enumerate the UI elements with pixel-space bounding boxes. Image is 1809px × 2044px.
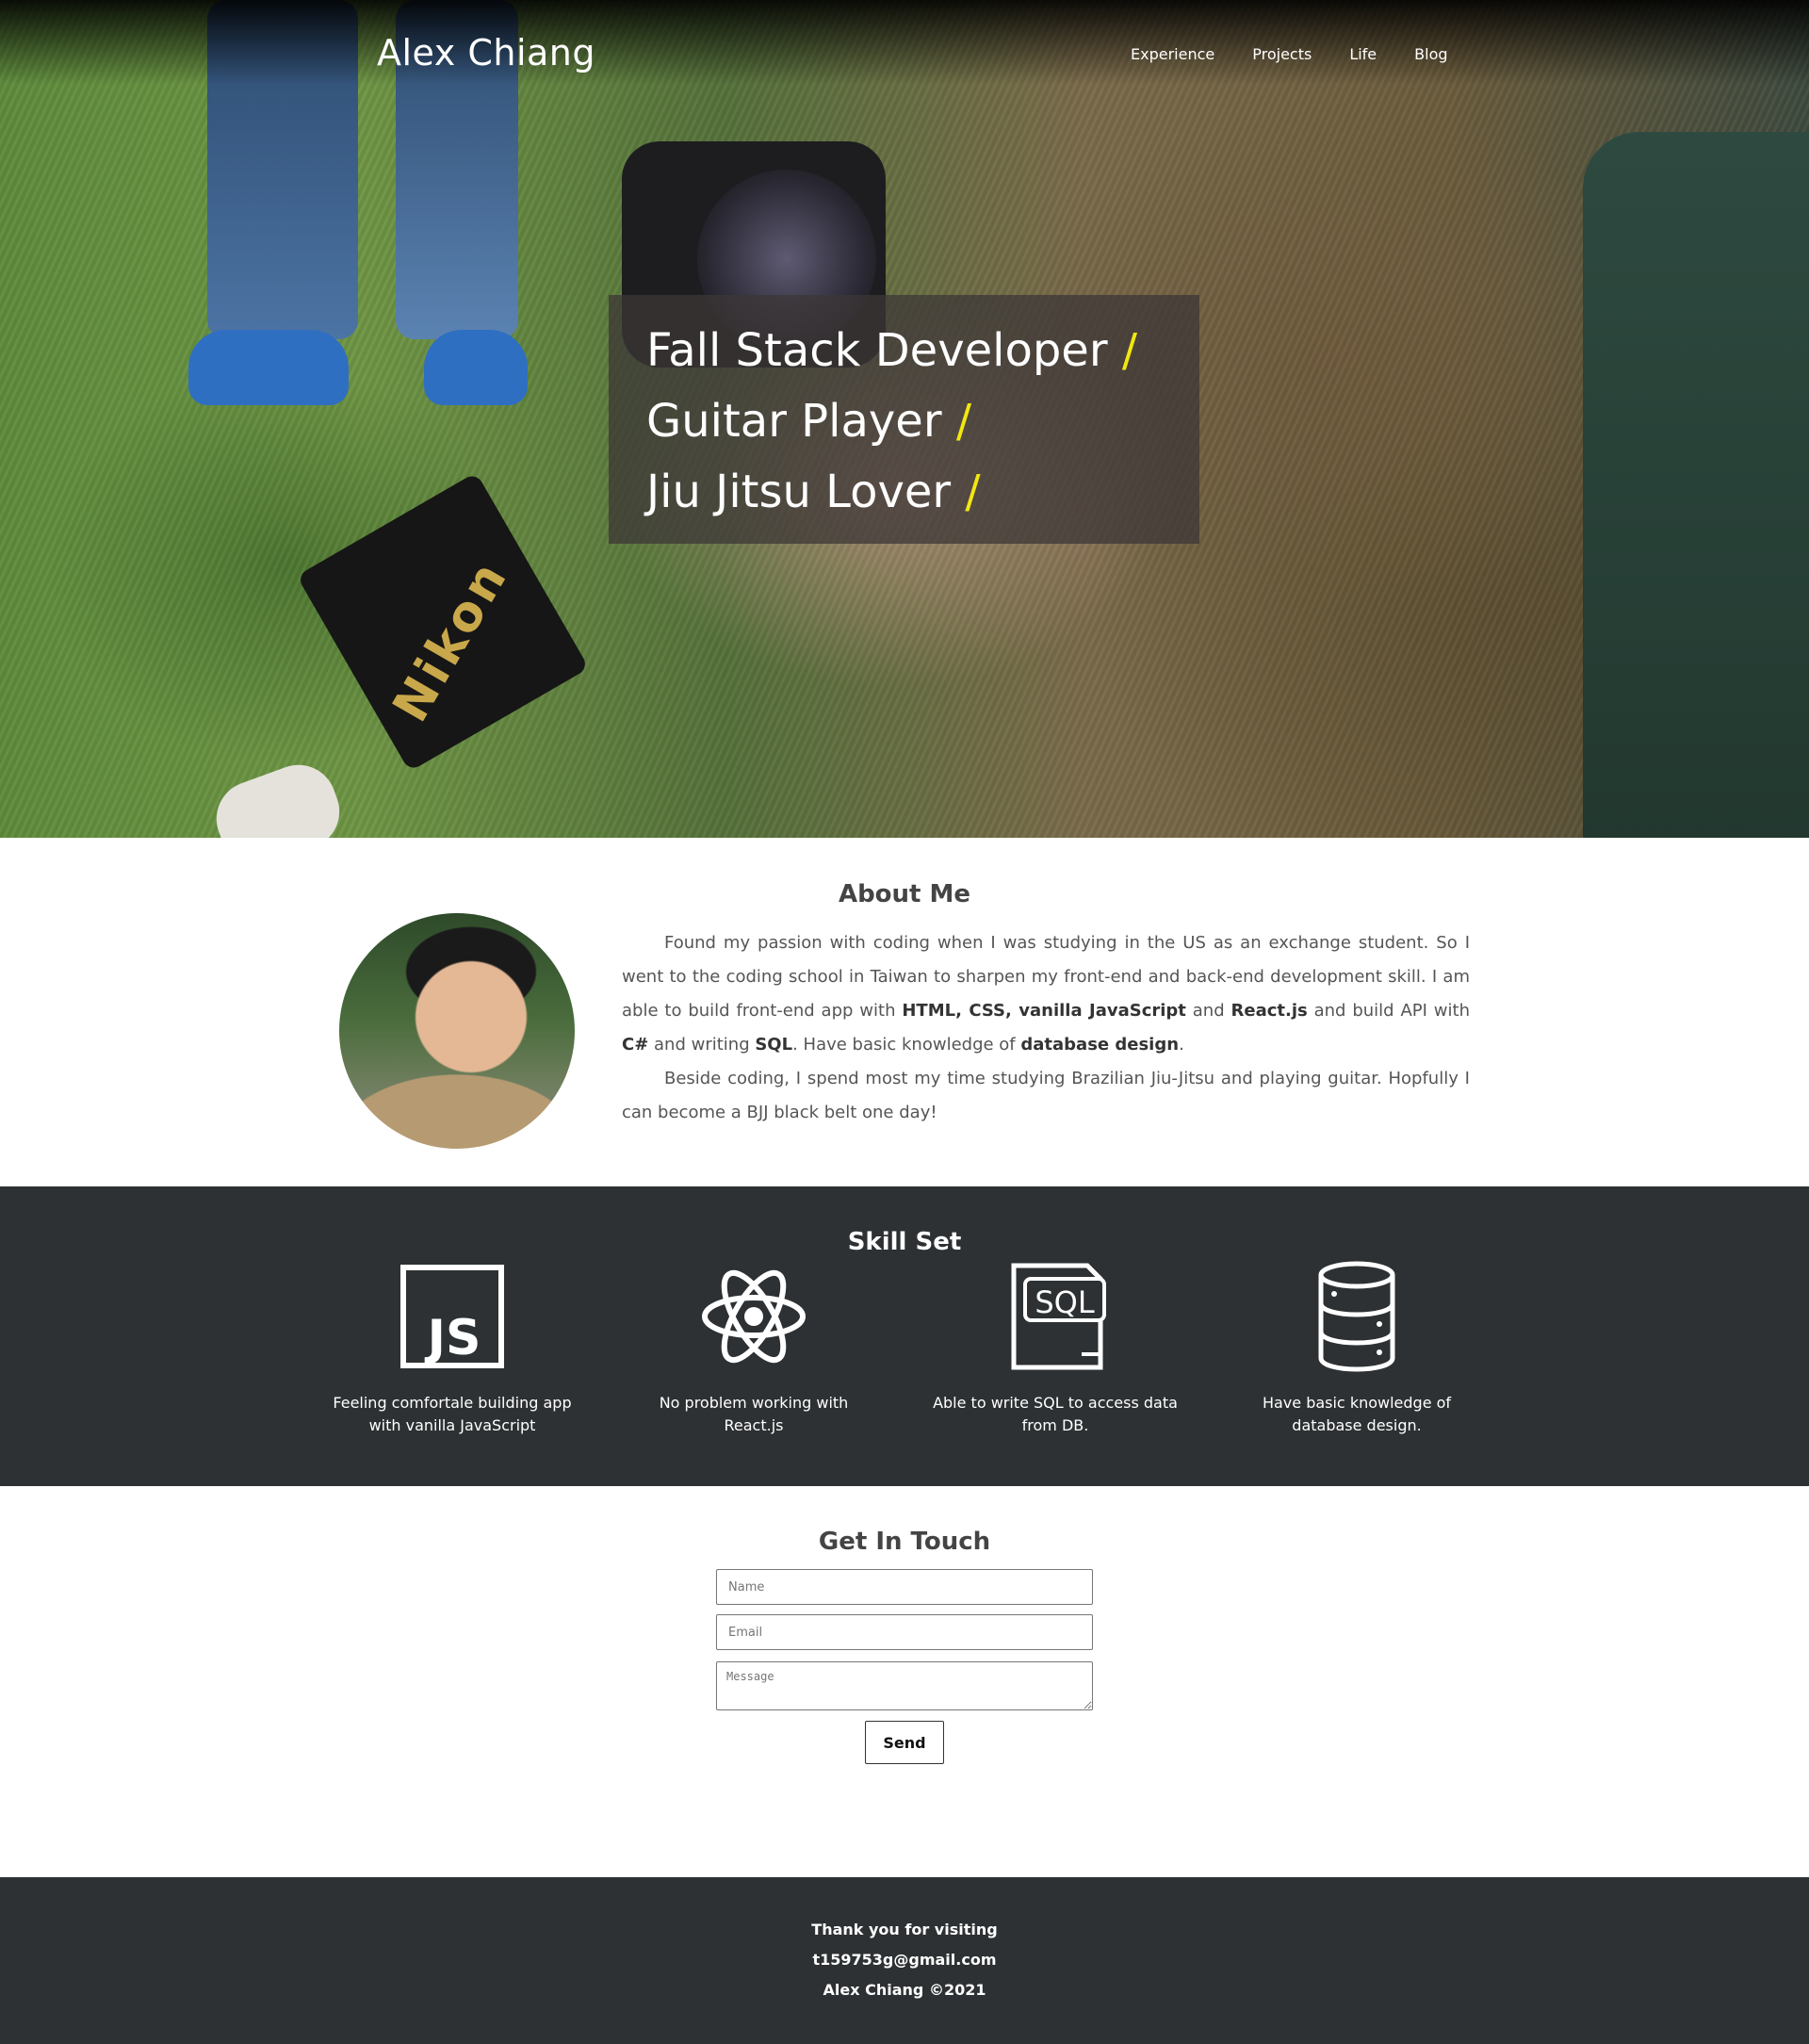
about-text: Found my passion with coding when I was … [622, 926, 1470, 1130]
hero-photo-shoe-left [188, 330, 349, 405]
svg-text:JS: JS [425, 1310, 481, 1366]
skill-item-react: No problem working with React.js [631, 1260, 876, 1437]
about-bold-run: database design [1020, 1035, 1180, 1055]
about-text-run: and writing [648, 1035, 756, 1055]
skill-text: Have basic knowledge of database design. [1262, 1394, 1452, 1434]
top-nav: Alex Chiang Experience Projects Life Blo… [0, 0, 1809, 113]
hero-tagline-slash: / [955, 395, 971, 448]
hero-tagline-slash: / [1121, 324, 1137, 377]
skill-text: No problem working with React.js [659, 1394, 849, 1434]
about-paragraph-1: Found my passion with coding when I was … [622, 926, 1470, 1062]
skill-text: Able to write SQL to access data from DB… [933, 1394, 1178, 1434]
hero-photo-can [205, 754, 350, 838]
svg-text:SQL: SQL [1035, 1284, 1095, 1320]
hero-tagline-text: Jiu Jitsu Lover [646, 466, 952, 518]
contact-section: Get In Touch Send [0, 1486, 1809, 1877]
skills-section: Skill Set JS Feeling comfortale building… [0, 1186, 1809, 1486]
about-bold-run: C# [622, 1035, 649, 1055]
about-text-run: and build API with [1307, 1001, 1470, 1021]
about-title: About Me [838, 880, 971, 908]
react-icon [702, 1269, 806, 1364]
about-text-run: . Have basic knowledge of [792, 1035, 1021, 1055]
skill-item-javascript: JS Feeling comfortale building app with … [330, 1260, 575, 1437]
footer-copyright: Alex Chiang ©2021 [823, 1981, 986, 1999]
skill-text: Feeling comfortale building app with van… [333, 1394, 572, 1434]
hero-photo-backpack [1583, 132, 1809, 838]
name-field[interactable] [716, 1569, 1093, 1605]
nav-link-blog[interactable]: Blog [1414, 45, 1447, 63]
hero-tagline-text: Guitar Player [646, 395, 942, 448]
profile-avatar [339, 913, 575, 1149]
footer-email[interactable]: t159753g@gmail.com [0, 1945, 1809, 1975]
about-bold-run: HTML, CSS, vanilla JavaScript [902, 1001, 1186, 1021]
database-icon [1318, 1261, 1395, 1372]
site-brand[interactable]: Alex Chiang [377, 32, 595, 74]
nav-links: Experience Projects Life Blog [1131, 45, 1448, 63]
site-footer: Thank you for visiting t159753g@gmail.co… [0, 1877, 1809, 2044]
skill-item-database: Have basic knowledge of database design. [1234, 1260, 1479, 1437]
about-bold-run: SQL [755, 1035, 793, 1055]
nav-link-life[interactable]: Life [1349, 45, 1377, 63]
hero-tagline-line: Guitar Player / [646, 386, 1162, 457]
about-text-run: and [1185, 1001, 1231, 1021]
message-field[interactable] [716, 1661, 1093, 1710]
hero-photo-shoe-right [424, 330, 528, 405]
nav-link-projects[interactable]: Projects [1252, 45, 1312, 63]
send-button[interactable]: Send [865, 1721, 944, 1764]
skill-item-sql: SQL Able to write SQL to access data fro… [933, 1260, 1178, 1437]
footer-thanks: Thank you for visiting [811, 1921, 998, 1938]
email-field[interactable] [716, 1614, 1093, 1650]
hero-tagline-text: Fall Stack Developer [646, 324, 1108, 377]
nav-link-experience[interactable]: Experience [1131, 45, 1214, 63]
about-bold-run: React.js [1230, 1001, 1308, 1021]
javascript-icon: JS [400, 1265, 504, 1368]
contact-title: Get In Touch [818, 1528, 991, 1556]
about-section: About Me Found my passion with coding wh… [0, 838, 1809, 1186]
skills-title: Skill Set [847, 1228, 962, 1256]
hero-tagline-slash: / [965, 466, 981, 518]
sql-icon: SQL [1011, 1263, 1106, 1370]
hero-tagline-line: Jiu Jitsu Lover / [646, 457, 1162, 528]
about-paragraph-2: Beside coding, I spend most my time stud… [622, 1069, 1470, 1122]
hero-section: Nikon Alex Chiang Experience Projects Li… [0, 0, 1809, 838]
about-text-run: . [1179, 1035, 1184, 1055]
hero-tagline-box: Fall Stack Developer / Guitar Player / J… [609, 295, 1199, 544]
hero-tagline-line: Fall Stack Developer / [646, 316, 1162, 386]
